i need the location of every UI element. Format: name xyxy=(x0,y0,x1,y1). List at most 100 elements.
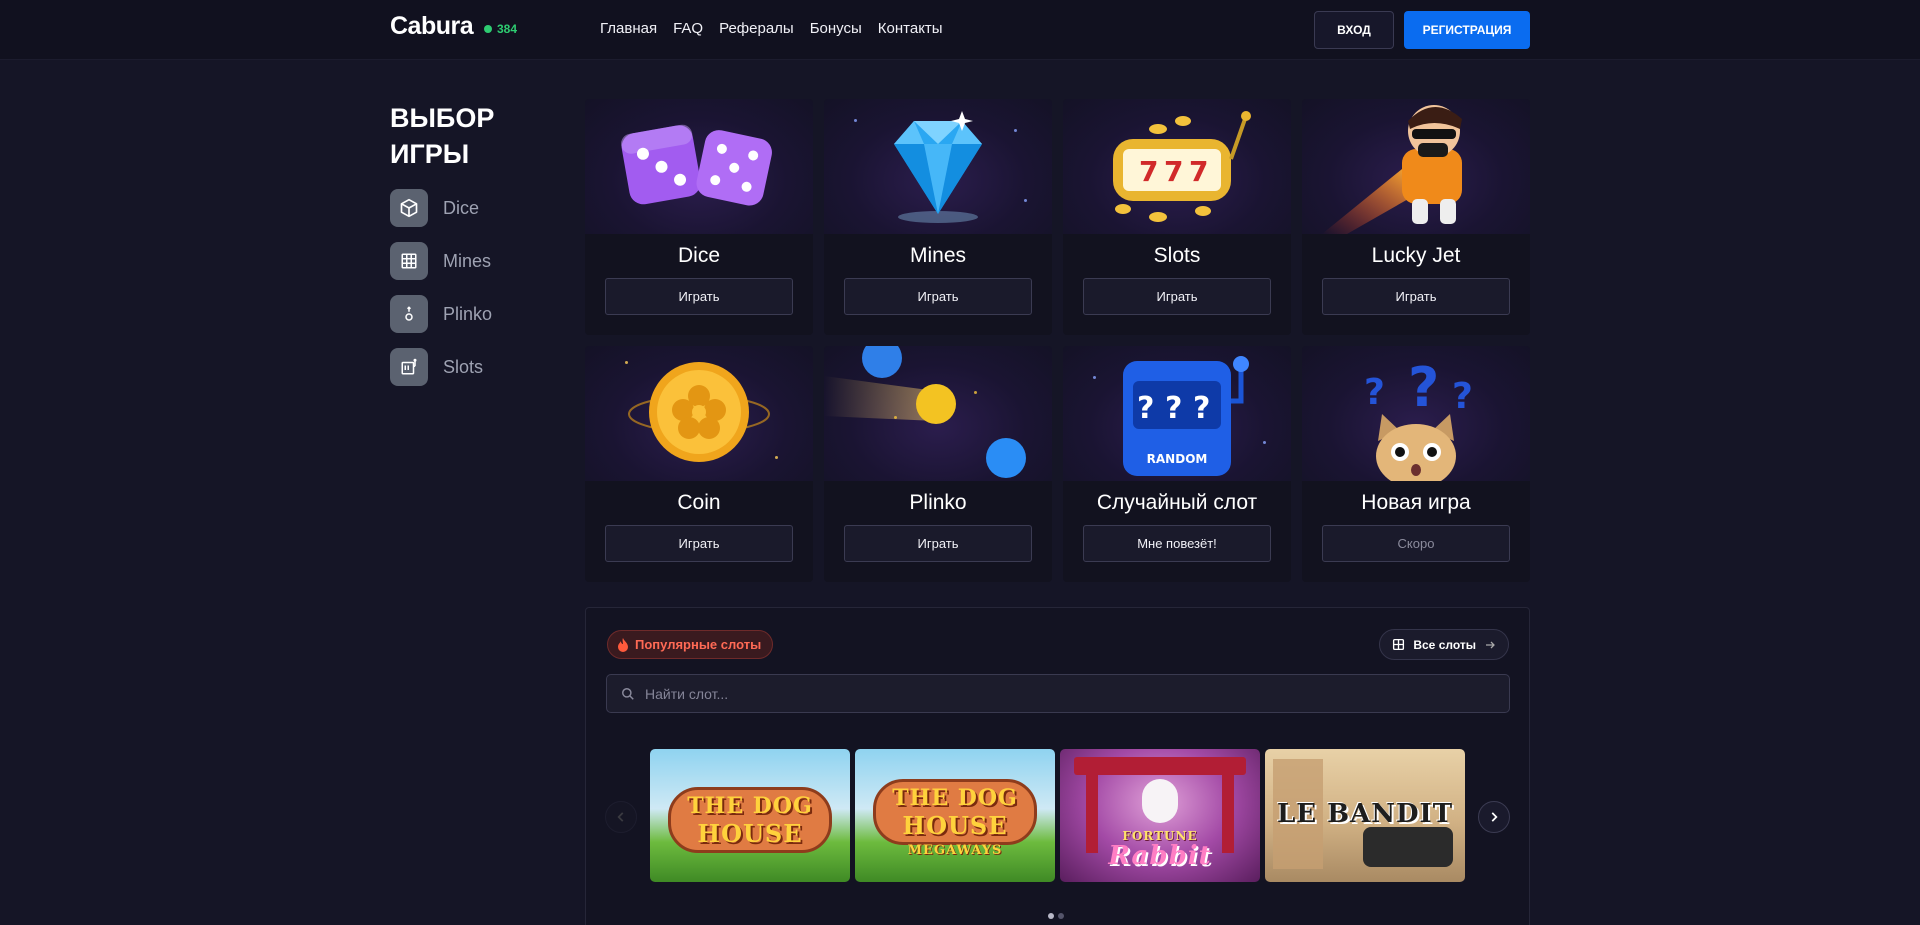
slot-title: LE BANDIT xyxy=(1276,799,1454,829)
popular-badge-label: Популярные слоты xyxy=(635,637,762,652)
slot-car-art xyxy=(1363,827,1453,867)
svg-text:?: ? xyxy=(1193,391,1210,426)
sidebar-item-label: Plinko xyxy=(443,303,493,324)
carousel-prev-button[interactable] xyxy=(605,801,637,833)
slot-card[interactable]: LE BANDIT xyxy=(1265,749,1465,882)
game-card-mines[interactable]: Mines Играть xyxy=(824,99,1052,335)
lucky-button[interactable]: Мне повезёт! xyxy=(1083,525,1271,562)
svg-text:7: 7 xyxy=(1139,155,1158,188)
carousel-next-button[interactable] xyxy=(1478,801,1510,833)
header: Cabura 384 Главная FAQ Рефералы Бонусы К… xyxy=(0,0,1920,60)
all-slots-button[interactable]: Все слоты xyxy=(1379,629,1509,660)
popular-badge: Популярные слоты xyxy=(607,630,774,659)
game-name: Coin xyxy=(677,491,721,514)
svg-text:?: ? xyxy=(1408,356,1439,419)
slots-carousel: THE DOG HOUSE THE DOG HOUSE MEGAWAYS FOR… xyxy=(650,749,1465,882)
nav-contacts[interactable]: Контакты xyxy=(878,20,943,37)
random-slot-art: ??? RANDOM xyxy=(1063,346,1291,481)
nav-bonuses[interactable]: Бонусы xyxy=(810,20,862,37)
sidebar-item-dice[interactable]: Dice xyxy=(390,189,492,227)
all-slots-label: Все слоты xyxy=(1413,637,1476,652)
sidebar-item-plinko[interactable]: Plinko xyxy=(390,295,492,333)
sidebar-item-label: Dice xyxy=(443,197,480,218)
slot-title: THE DOG xyxy=(892,785,1018,811)
dice-art xyxy=(585,99,813,234)
game-card-random-slot[interactable]: ??? RANDOM Случайный слот Мне повезёт! xyxy=(1063,346,1291,582)
diamond-art xyxy=(824,99,1052,234)
game-card-lucky-jet[interactable]: Lucky Jet Играть xyxy=(1302,99,1530,335)
game-card-plinko[interactable]: Plinko Играть xyxy=(824,346,1052,582)
chevron-left-icon xyxy=(617,812,624,822)
sidebar-item-label: Slots xyxy=(443,356,484,377)
svg-text:?: ? xyxy=(1364,372,1385,413)
cat-question-art: ??? xyxy=(1302,346,1530,481)
game-name: Plinko xyxy=(909,491,967,514)
slot-title: MEGAWAYS xyxy=(907,843,1003,858)
play-button[interactable]: Играть xyxy=(844,278,1032,315)
slot-card[interactable]: FORTUNE Rabbit xyxy=(1060,749,1260,882)
grid-icon xyxy=(1393,638,1405,651)
pagination-dot[interactable] xyxy=(1058,913,1064,919)
game-card-dice[interactable]: Dice Играть xyxy=(585,99,813,335)
plinko-art xyxy=(824,346,1052,481)
svg-text:7: 7 xyxy=(1164,155,1183,188)
play-button[interactable]: Играть xyxy=(1083,278,1271,315)
sidebar-item-mines[interactable]: Mines xyxy=(390,242,492,280)
login-button[interactable]: ВХОД xyxy=(1314,11,1394,49)
slot-gate-art xyxy=(1074,757,1246,775)
sidebar-item-slots[interactable]: Slots xyxy=(390,348,492,386)
online-count: 384 xyxy=(497,22,518,36)
slot-machine-icon xyxy=(390,348,428,386)
svg-text:7: 7 xyxy=(1189,155,1208,188)
game-card-new-game[interactable]: ??? Новая игра Скоро xyxy=(1302,346,1530,582)
svg-text:?: ? xyxy=(1165,391,1182,426)
slot-title: THE DOG xyxy=(687,793,813,819)
game-name: Новая игра xyxy=(1361,491,1471,514)
grid-icon xyxy=(390,242,428,280)
random-label: RANDOM xyxy=(1147,452,1208,466)
slot-title: HOUSE xyxy=(902,811,1008,840)
logo[interactable]: Cabura xyxy=(390,12,474,41)
game-name: Dice xyxy=(677,244,720,267)
sidebar-list: Dice Mines Plinko Slots xyxy=(390,189,492,401)
play-button[interactable]: Играть xyxy=(605,278,793,315)
slot-title: Rabbit xyxy=(1108,841,1212,871)
game-name: Lucky Jet xyxy=(1371,244,1461,267)
svg-text:?: ? xyxy=(1452,376,1473,417)
game-grid: Dice Играть Mines Играть 7 7 7 Slots Игр… xyxy=(585,99,1530,582)
nav-home[interactable]: Главная xyxy=(600,20,657,37)
slot-card[interactable]: THE DOG HOUSE MEGAWAYS xyxy=(855,749,1055,882)
game-name: Mines xyxy=(909,244,967,267)
arrow-right-icon xyxy=(1486,641,1495,648)
cube-icon xyxy=(390,189,428,227)
search-input[interactable] xyxy=(645,685,1505,702)
plinko-icon xyxy=(390,295,428,333)
game-name: Slots xyxy=(1153,244,1201,267)
nav-faq[interactable]: FAQ xyxy=(673,20,703,37)
online-indicator: 384 xyxy=(484,22,517,36)
play-button[interactable]: Играть xyxy=(605,525,793,562)
rabbit-art xyxy=(1142,779,1178,823)
main-nav: Главная FAQ Рефералы Бонусы Контакты xyxy=(600,20,943,37)
coming-soon-button: Скоро xyxy=(1322,525,1510,562)
lucky-jet-art xyxy=(1302,99,1530,234)
nav-referrals[interactable]: Рефералы xyxy=(719,20,794,37)
slot-search xyxy=(606,674,1510,713)
play-button[interactable]: Играть xyxy=(1322,278,1510,315)
play-button[interactable]: Играть xyxy=(844,525,1032,562)
game-card-slots[interactable]: 7 7 7 Slots Играть xyxy=(1063,99,1291,335)
chevron-right-icon xyxy=(1491,812,1498,822)
search-icon xyxy=(622,687,634,700)
sidebar-title: ВЫБОР ИГРЫ xyxy=(390,103,495,169)
coin-art xyxy=(585,346,813,481)
game-name: Случайный слот xyxy=(1096,491,1258,514)
game-card-coin[interactable]: Coin Играть xyxy=(585,346,813,582)
slot-machine-art: 7 7 7 xyxy=(1063,99,1291,234)
popular-slots-section: Популярные слоты Все слоты THE DOG HOUSE… xyxy=(585,607,1530,925)
sidebar-item-label: Mines xyxy=(443,250,492,271)
slot-card[interactable]: THE DOG HOUSE xyxy=(650,749,850,882)
svg-text:?: ? xyxy=(1137,391,1154,426)
register-button[interactable]: РЕГИСТРАЦИЯ xyxy=(1404,11,1530,49)
pagination-dot[interactable] xyxy=(1048,913,1054,919)
slot-title: HOUSE xyxy=(697,819,803,848)
